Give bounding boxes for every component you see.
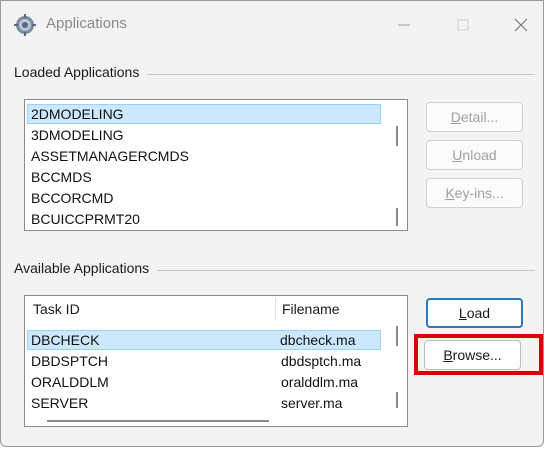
column-header-task-id[interactable]: Task ID: [33, 296, 273, 322]
close-icon: [514, 18, 528, 32]
list-item-label: BCCMDS: [31, 169, 92, 185]
load-access-key: L: [458, 305, 467, 321]
horizontal-scrollbar-thumb[interactable]: [47, 420, 269, 422]
available-applications-list[interactable]: Task ID Filename DBCHECK dbcheck.ma DBDS…: [24, 295, 408, 427]
vertical-scrollbar[interactable]: [392, 322, 402, 412]
list-item[interactable]: BCUICCPRMT20: [27, 209, 140, 229]
gear-icon: [14, 14, 36, 36]
annotation-highlight-box: [414, 334, 543, 375]
unload-button[interactable]: Unload: [426, 140, 523, 170]
column-separator[interactable]: [275, 298, 276, 320]
close-button[interactable]: [506, 11, 536, 39]
maximize-icon: [457, 19, 469, 31]
vertical-scrollbar[interactable]: [392, 102, 402, 228]
list-item[interactable]: BCCMDS: [27, 167, 92, 187]
list-item-label: 3DMODELING: [31, 127, 124, 143]
cell-filename: oralddlm.ma: [281, 374, 359, 390]
detail-button[interactable]: Detail...: [426, 102, 523, 132]
cell-task-id: DBDSPTCH: [31, 353, 109, 369]
column-header-filename[interactable]: Filename: [282, 296, 382, 322]
loaded-group-label: Loaded Applications: [14, 64, 148, 80]
scrollbar-track-mark: [396, 392, 398, 408]
cell-task-id: DBCHECK: [31, 332, 100, 348]
table-row[interactable]: DBCHECK dbcheck.ma: [27, 330, 381, 350]
cell-task-id: ORALDDLM: [31, 374, 109, 390]
title-bar[interactable]: Applications: [1, 1, 543, 49]
key-ins-button[interactable]: Key-ins...: [426, 178, 523, 208]
loaded-applications-list[interactable]: 2DMODELING 3DMODELING ASSETMANAGERCMDS B…: [24, 99, 408, 231]
list-item[interactable]: BCCORCMD: [27, 188, 113, 208]
scrollbar-thumb[interactable]: [396, 126, 398, 146]
load-label: oad: [466, 305, 491, 321]
window-title: Applications: [46, 15, 127, 32]
list-item-label: ASSETMANAGERCMDS: [31, 148, 189, 164]
list-item-label: BCCORCMD: [31, 190, 114, 206]
cell-task-id: SERVER: [31, 395, 89, 411]
list-item-label: BCUICCPRMT20: [31, 211, 140, 227]
list-item[interactable]: ASSETMANAGERCMDS: [27, 146, 189, 166]
cell-filename: server.ma: [281, 395, 343, 411]
keyins-access-key: K: [445, 185, 455, 201]
applications-dialog: Applications Loaded Applications 2DMODEL…: [0, 0, 544, 447]
list-item[interactable]: 3DMODELING: [27, 125, 124, 145]
scrollbar-thumb[interactable]: [396, 326, 398, 346]
unload-label: nload: [462, 147, 497, 163]
keyins-label: ey-ins...: [454, 185, 504, 201]
table-row[interactable]: SERVER server.ma: [27, 393, 385, 413]
unload-access-key: U: [452, 147, 463, 163]
detail-access-key: D: [450, 109, 461, 125]
list-item[interactable]: 2DMODELING: [27, 104, 381, 124]
detail-label: etail...: [460, 109, 499, 125]
maximize-button[interactable]: [448, 11, 478, 39]
load-button[interactable]: Load: [426, 298, 523, 328]
available-group-label: Available Applications: [14, 260, 158, 276]
table-row[interactable]: ORALDDLM oralddlm.ma: [27, 372, 385, 392]
table-row[interactable]: DBDSPTCH dbdsptch.ma: [27, 351, 385, 371]
scrollbar-track-mark: [396, 208, 398, 226]
cell-filename: dbcheck.ma: [280, 332, 356, 348]
minimize-button[interactable]: [389, 11, 419, 39]
list-item-label: 2DMODELING: [31, 106, 124, 122]
minimize-icon: [398, 24, 410, 26]
cell-filename: dbdsptch.ma: [281, 353, 362, 369]
